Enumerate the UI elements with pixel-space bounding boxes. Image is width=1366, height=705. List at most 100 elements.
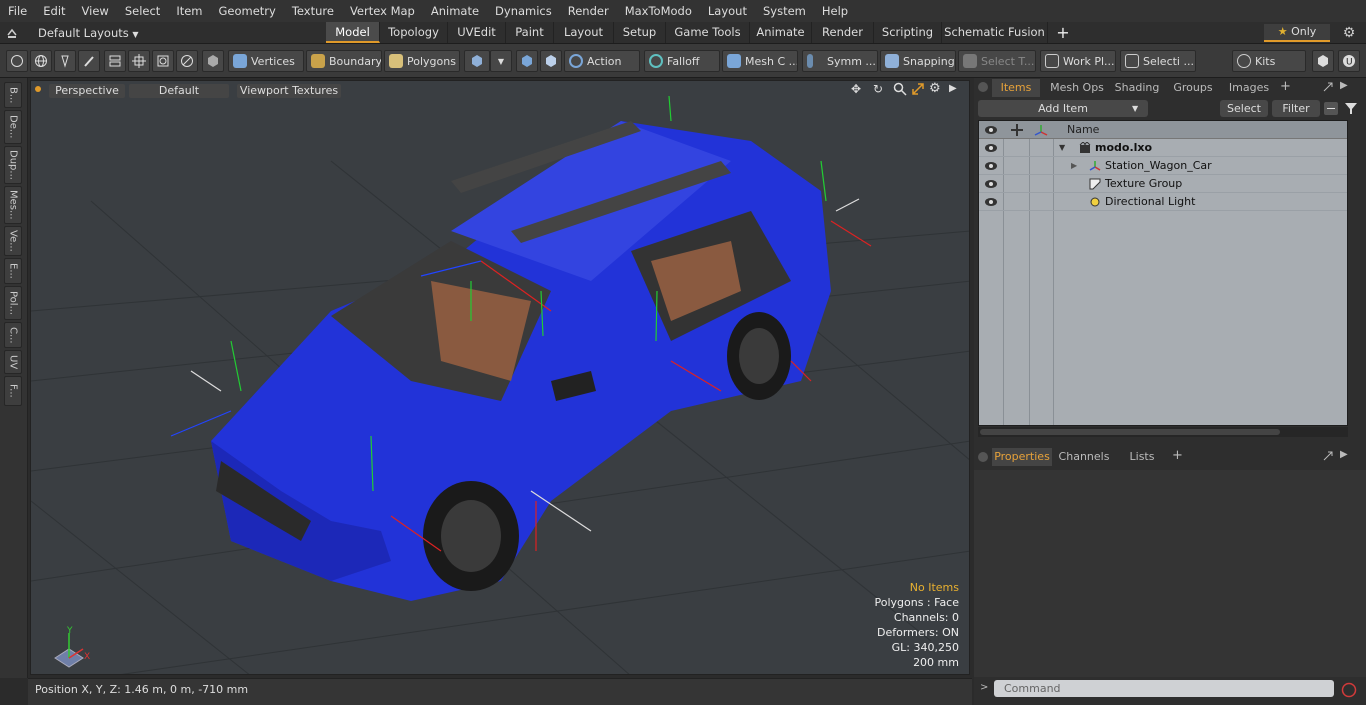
left-tab-curve[interactable]: C...: [4, 322, 22, 348]
tab-mesh-ops[interactable]: Mesh Ops: [1046, 79, 1108, 97]
eye-icon[interactable]: [983, 123, 999, 137]
item-mode-icon[interactable]: [202, 50, 224, 72]
menu-select[interactable]: Select: [117, 0, 168, 22]
item-list[interactable]: Name ▼ modo.lxo ▶ Station_Wagon_Car Text…: [978, 120, 1348, 426]
left-tab-polygon[interactable]: Pol...: [4, 286, 22, 320]
list-item[interactable]: Directional Light: [979, 193, 1347, 211]
menu-edit[interactable]: Edit: [35, 0, 73, 22]
select-through-button[interactable]: Select T...: [958, 50, 1036, 72]
material-icon[interactable]: [464, 50, 490, 72]
pivot-icon[interactable]: [176, 50, 198, 72]
maximize-icon[interactable]: [911, 82, 925, 98]
add-tab-icon[interactable]: +: [1054, 24, 1072, 42]
tab-game-tools[interactable]: Game Tools: [666, 22, 750, 43]
visibility-eye-icon[interactable]: [983, 141, 999, 155]
tab-channels[interactable]: Channels: [1056, 448, 1112, 466]
add-tab-icon[interactable]: +: [1172, 448, 1184, 464]
viewport-options-icon[interactable]: [35, 86, 41, 92]
menu-render[interactable]: Render: [560, 0, 617, 22]
action-center-button[interactable]: Action: [564, 50, 640, 72]
symmetry-button[interactable]: Symm ...: [802, 50, 878, 72]
collapse-icon[interactable]: [1324, 102, 1338, 115]
center-icon[interactable]: [128, 50, 150, 72]
globe-icon[interactable]: [30, 50, 52, 72]
filter-button[interactable]: Filter: [1272, 100, 1320, 117]
menu-geometry[interactable]: Geometry: [211, 0, 284, 22]
item-list-scrollbar[interactable]: [978, 427, 1348, 437]
visibility-eye-icon[interactable]: [983, 195, 999, 209]
viewport-scene[interactable]: Y X: [31, 81, 970, 675]
menu-dynamics[interactable]: Dynamics: [487, 0, 560, 22]
command-history-icon[interactable]: >: [980, 682, 990, 696]
menu-layout[interactable]: Layout: [700, 0, 755, 22]
visibility-eye-icon[interactable]: [983, 177, 999, 191]
left-tab-mesh-edit[interactable]: Mes...: [4, 186, 22, 224]
command-input[interactable]: Command: [994, 680, 1334, 697]
kits-button[interactable]: Kits: [1232, 50, 1306, 72]
menu-animate[interactable]: Animate: [423, 0, 487, 22]
tab-images[interactable]: Images: [1222, 79, 1276, 97]
layout-up-icon[interactable]: [6, 26, 18, 40]
panel-options-icon[interactable]: [978, 452, 988, 462]
add-item-button[interactable]: Add Item: [978, 100, 1148, 117]
pan-icon[interactable]: ✥: [851, 82, 865, 98]
funnel-icon[interactable]: [1344, 102, 1358, 115]
menu-system[interactable]: System: [755, 0, 814, 22]
left-tab-uv[interactable]: UV: [4, 350, 22, 374]
record-icon[interactable]: [1340, 681, 1358, 699]
expand-panel-icon[interactable]: [1322, 81, 1334, 93]
locator-icon[interactable]: [1033, 123, 1049, 137]
menu-help[interactable]: Help: [814, 0, 856, 22]
element-icon[interactable]: [152, 50, 174, 72]
tab-properties[interactable]: Properties: [992, 448, 1052, 466]
left-tab-deform[interactable]: De...: [4, 110, 22, 144]
menu-vertex-map[interactable]: Vertex Map: [342, 0, 423, 22]
snapping-button[interactable]: Snapping: [880, 50, 956, 72]
tab-items[interactable]: Items: [992, 79, 1040, 97]
unreal-icon[interactable]: U: [1338, 50, 1360, 72]
chevron-down-icon[interactable]: ▼: [1132, 102, 1144, 115]
tab-topology[interactable]: Topology: [380, 22, 448, 43]
name-column-header[interactable]: Name: [1067, 121, 1099, 139]
selection-sets-button[interactable]: Selecti ...: [1120, 50, 1196, 72]
tab-uvedit[interactable]: UVEdit: [448, 22, 506, 43]
tab-groups[interactable]: Groups: [1166, 79, 1220, 97]
list-item[interactable]: ▼ modo.lxo: [979, 139, 1347, 157]
menu-maxtomodo[interactable]: MaxToModo: [617, 0, 700, 22]
menu-file[interactable]: File: [0, 0, 35, 22]
tab-schematic-fusion[interactable]: Schematic Fusion: [942, 22, 1048, 43]
scrollbar-thumb[interactable]: [980, 429, 1280, 435]
vertices-button[interactable]: Vertices: [228, 50, 304, 72]
boundary-button[interactable]: Boundary: [306, 50, 382, 72]
collapsed-arrow-icon[interactable]: ▶: [1071, 157, 1081, 175]
tab-layout[interactable]: Layout: [554, 22, 614, 43]
panel-arrow-icon[interactable]: ▶: [1340, 80, 1352, 94]
tab-animate[interactable]: Animate: [750, 22, 812, 43]
align-icon[interactable]: [104, 50, 126, 72]
viewport-textures-dropdown[interactable]: Viewport Textures: [237, 84, 341, 98]
left-tab-edge[interactable]: E...: [4, 258, 22, 284]
tab-scripting[interactable]: Scripting: [874, 22, 942, 43]
tab-lists[interactable]: Lists: [1118, 448, 1166, 466]
panel-arrow-icon[interactable]: ▶: [1340, 449, 1352, 463]
work-plane-button[interactable]: Work Pl...: [1040, 50, 1116, 72]
left-tab-basic[interactable]: B...: [4, 82, 22, 108]
panel-options-icon[interactable]: [978, 82, 988, 92]
menu-item[interactable]: Item: [168, 0, 210, 22]
expanded-arrow-icon[interactable]: ▼: [1059, 139, 1069, 157]
visibility-eye-icon[interactable]: [983, 159, 999, 173]
rotate-icon[interactable]: ↻: [873, 82, 887, 98]
gear-icon[interactable]: ⚙: [1340, 24, 1358, 42]
expand-arrow-icon[interactable]: ▶: [949, 83, 959, 97]
expand-panel-icon[interactable]: [1322, 450, 1334, 462]
tab-paint[interactable]: Paint: [506, 22, 554, 43]
mesh-constraint-button[interactable]: Mesh C ...: [722, 50, 798, 72]
menu-texture[interactable]: Texture: [284, 0, 342, 22]
3d-viewport[interactable]: Y X Perspective Default Viewport Texture…: [30, 80, 970, 675]
material-dropdown-icon[interactable]: ▼: [490, 50, 512, 72]
left-tab-duplicate[interactable]: Dup...: [4, 146, 22, 184]
left-tab-fusion[interactable]: F...: [4, 376, 22, 406]
shading-style-dropdown[interactable]: Default: [129, 84, 229, 98]
pen-icon[interactable]: [54, 50, 76, 72]
select-button[interactable]: Select: [1220, 100, 1268, 117]
